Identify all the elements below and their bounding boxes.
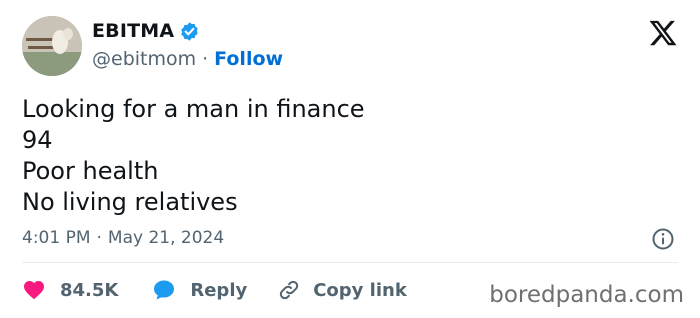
separator-dot: · xyxy=(202,48,209,70)
action-bar: 84.5K Reply Copy link xyxy=(22,274,407,306)
tweet-line: No living relatives xyxy=(22,188,238,216)
tweet-line: Poor health xyxy=(22,157,159,185)
x-logo-icon[interactable] xyxy=(648,18,678,48)
display-name[interactable]: EBITMA xyxy=(92,20,174,42)
heart-icon xyxy=(24,281,44,300)
tweet-timestamp[interactable]: 4:01 PM · May 21, 2024 xyxy=(22,228,224,248)
separator-dot: · xyxy=(96,228,102,248)
avatar-image xyxy=(22,16,82,76)
avatar[interactable] xyxy=(22,16,82,76)
watermark: boredpanda.com xyxy=(489,282,684,308)
verified-badge-icon xyxy=(181,21,199,41)
tweet-line: Looking for a man in finance xyxy=(22,95,365,123)
copy-link-button[interactable]: Copy link xyxy=(277,278,407,302)
speech-bubble-icon xyxy=(154,280,175,300)
reply-label: Reply xyxy=(190,279,248,301)
like-button[interactable]: 84.5K xyxy=(22,278,118,302)
reply-button[interactable]: Reply xyxy=(152,278,247,302)
tweet-line: 94 xyxy=(22,126,53,154)
like-count: 84.5K xyxy=(60,279,119,301)
tweet-text: Looking for a man in finance 94 Poor hea… xyxy=(22,94,365,218)
user-handle[interactable]: @ebitmom xyxy=(92,48,196,70)
copy-link-label: Copy link xyxy=(313,279,407,301)
divider xyxy=(22,262,678,263)
tweet-date[interactable]: May 21, 2024 xyxy=(108,228,224,248)
link-icon xyxy=(280,280,299,300)
follow-button[interactable]: Follow xyxy=(214,48,283,70)
tweet-time[interactable]: 4:01 PM xyxy=(22,228,91,248)
info-icon[interactable] xyxy=(651,227,675,251)
